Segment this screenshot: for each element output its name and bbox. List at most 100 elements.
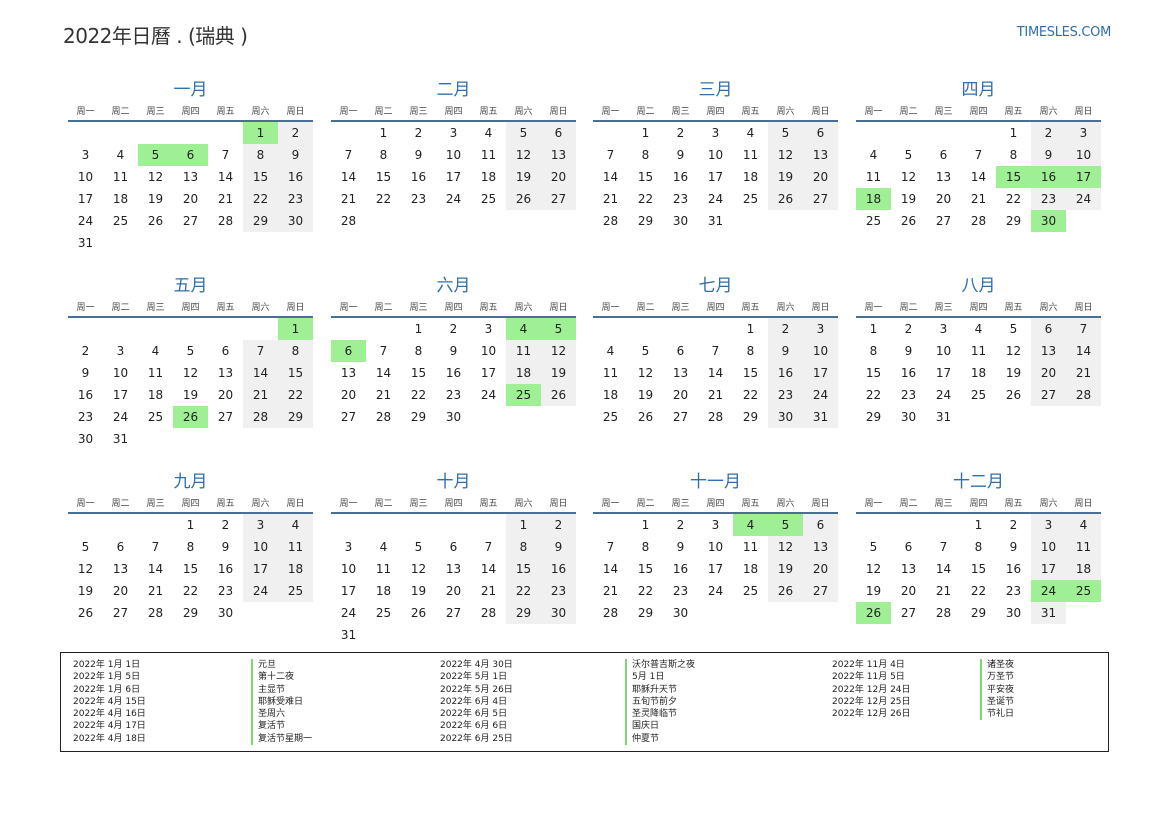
day-cell[interactable]: 28	[1066, 384, 1101, 406]
day-cell[interactable]: 15	[628, 166, 663, 188]
day-cell[interactable]: 27	[331, 406, 366, 428]
day-cell[interactable]: 2	[768, 318, 803, 340]
day-cell[interactable]: 16	[68, 384, 103, 406]
day-cell[interactable]: 19	[68, 580, 103, 602]
day-cell[interactable]: 7	[961, 144, 996, 166]
day-cell[interactable]: 8	[628, 536, 663, 558]
day-cell[interactable]: 19	[628, 384, 663, 406]
day-cell[interactable]: 12	[628, 362, 663, 384]
day-cell[interactable]: 26	[768, 580, 803, 602]
day-cell[interactable]: 30	[996, 602, 1031, 624]
day-cell[interactable]: 7	[208, 144, 243, 166]
day-cell[interactable]: 13	[331, 362, 366, 384]
day-cell[interactable]: 27	[541, 188, 576, 210]
day-cell[interactable]: 28	[593, 210, 628, 232]
day-cell[interactable]: 3	[803, 318, 838, 340]
day-cell[interactable]: 20	[331, 384, 366, 406]
day-cell[interactable]: 16	[996, 558, 1031, 580]
day-cell[interactable]: 20	[1031, 362, 1066, 384]
day-cell[interactable]: 20	[208, 384, 243, 406]
day-cell[interactable]: 11	[138, 362, 173, 384]
day-cell[interactable]: 26	[138, 210, 173, 232]
day-cell[interactable]: 17	[698, 166, 733, 188]
day-cell[interactable]: 17	[103, 384, 138, 406]
day-cell[interactable]: 19	[891, 188, 926, 210]
day-cell[interactable]: 30	[541, 602, 576, 624]
day-cell[interactable]: 10	[698, 536, 733, 558]
day-cell[interactable]: 5	[173, 340, 208, 362]
day-cell[interactable]: 15	[961, 558, 996, 580]
day-cell[interactable]: 11	[278, 536, 313, 558]
day-cell[interactable]: 4	[366, 536, 401, 558]
day-cell[interactable]: 13	[173, 166, 208, 188]
day-cell[interactable]: 6	[103, 536, 138, 558]
day-cell[interactable]: 16	[401, 166, 436, 188]
day-cell[interactable]: 7	[471, 536, 506, 558]
day-cell[interactable]: 20	[803, 166, 838, 188]
day-cell[interactable]: 20	[663, 384, 698, 406]
day-cell[interactable]: 28	[698, 406, 733, 428]
day-cell[interactable]: 1	[243, 122, 278, 144]
day-cell[interactable]: 23	[436, 384, 471, 406]
day-cell[interactable]: 13	[103, 558, 138, 580]
day-cell[interactable]: 10	[1031, 536, 1066, 558]
day-cell[interactable]: 15	[401, 362, 436, 384]
day-cell[interactable]: 2	[68, 340, 103, 362]
day-cell[interactable]: 4	[733, 514, 768, 536]
day-cell[interactable]: 18	[961, 362, 996, 384]
day-cell[interactable]: 13	[208, 362, 243, 384]
day-cell[interactable]: 15	[278, 362, 313, 384]
day-cell[interactable]: 21	[1066, 362, 1101, 384]
day-cell[interactable]: 9	[768, 340, 803, 362]
day-cell[interactable]: 29	[996, 210, 1031, 232]
day-cell[interactable]: 28	[138, 602, 173, 624]
day-cell[interactable]: 3	[1031, 514, 1066, 536]
day-cell[interactable]: 16	[891, 362, 926, 384]
day-cell[interactable]: 22	[506, 580, 541, 602]
day-cell[interactable]: 29	[506, 602, 541, 624]
day-cell[interactable]: 29	[856, 406, 891, 428]
day-cell[interactable]: 29	[401, 406, 436, 428]
day-cell[interactable]: 28	[471, 602, 506, 624]
day-cell[interactable]: 14	[138, 558, 173, 580]
day-cell[interactable]: 1	[366, 122, 401, 144]
day-cell[interactable]: 4	[593, 340, 628, 362]
day-cell[interactable]: 17	[68, 188, 103, 210]
day-cell[interactable]: 2	[208, 514, 243, 536]
day-cell[interactable]: 3	[68, 144, 103, 166]
day-cell[interactable]: 28	[366, 406, 401, 428]
day-cell[interactable]: 30	[891, 406, 926, 428]
day-cell[interactable]: 26	[541, 384, 576, 406]
day-cell[interactable]: 13	[663, 362, 698, 384]
day-cell[interactable]: 26	[768, 188, 803, 210]
day-cell[interactable]: 28	[208, 210, 243, 232]
day-cell[interactable]: 14	[1066, 340, 1101, 362]
day-cell[interactable]: 16	[278, 166, 313, 188]
day-cell[interactable]: 6	[541, 122, 576, 144]
day-cell[interactable]: 20	[891, 580, 926, 602]
day-cell[interactable]: 19	[541, 362, 576, 384]
day-cell[interactable]: 10	[436, 144, 471, 166]
day-cell[interactable]: 5	[541, 318, 576, 340]
day-cell[interactable]: 29	[628, 210, 663, 232]
day-cell[interactable]: 18	[1066, 558, 1101, 580]
day-cell[interactable]: 31	[926, 406, 961, 428]
day-cell[interactable]: 10	[471, 340, 506, 362]
day-cell[interactable]: 15	[366, 166, 401, 188]
day-cell[interactable]: 10	[1066, 144, 1101, 166]
day-cell[interactable]: 8	[278, 340, 313, 362]
day-cell[interactable]: 31	[803, 406, 838, 428]
day-cell[interactable]: 21	[593, 188, 628, 210]
day-cell[interactable]: 22	[366, 188, 401, 210]
day-cell[interactable]: 17	[1066, 166, 1101, 188]
day-cell[interactable]: 13	[1031, 340, 1066, 362]
day-cell[interactable]: 15	[628, 558, 663, 580]
day-cell[interactable]: 7	[331, 144, 366, 166]
day-cell[interactable]: 7	[1066, 318, 1101, 340]
day-cell[interactable]: 3	[926, 318, 961, 340]
day-cell[interactable]: 2	[278, 122, 313, 144]
day-cell[interactable]: 14	[208, 166, 243, 188]
day-cell[interactable]: 14	[926, 558, 961, 580]
day-cell[interactable]: 11	[856, 166, 891, 188]
day-cell[interactable]: 10	[331, 558, 366, 580]
